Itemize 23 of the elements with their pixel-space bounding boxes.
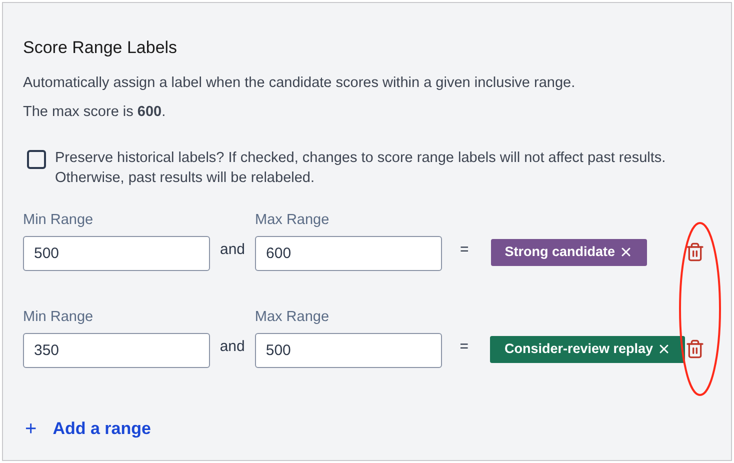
- max-range-field[interactable]: 500: [254, 332, 442, 368]
- field-label: Max Range: [255, 211, 330, 230]
- tag-text: Strong candidate: [504, 243, 616, 262]
- min-range-field[interactable]: 500: [23, 236, 210, 271]
- description-text: Automatically assign a label when the candidate scores within a given inclusive range.: [23, 74, 576, 92]
- field-label: Min Range: [23, 211, 94, 230]
- section-title: Score Range Labels: [23, 37, 178, 59]
- tag-text: Consider-review replay: [504, 340, 654, 358]
- equals-sign: =: [460, 337, 468, 357]
- min-range-field[interactable]: 350: [23, 332, 210, 368]
- max-range-field[interactable]: 600: [255, 236, 442, 271]
- and-text: and: [220, 240, 246, 260]
- max-score-text: The max score is 600.: [23, 103, 167, 122]
- equals-sign: =: [460, 240, 469, 260]
- and-text: and: [220, 337, 245, 357]
- add-range-link[interactable]: Add a range: [52, 416, 151, 442]
- checkbox[interactable]: [27, 150, 46, 169]
- checkbox-label: Preserve historical labels? If checked, changes to score range labels will not affect past results. Otherwise, past results will be relabeled.: [55, 149, 667, 188]
- plus-icon[interactable]: +: [25, 414, 37, 444]
- field-label: Min Range: [23, 308, 94, 327]
- delete-icon[interactable]: [685, 242, 705, 262]
- delete-icon[interactable]: [685, 338, 706, 358]
- field-label: Max Range: [254, 308, 330, 327]
